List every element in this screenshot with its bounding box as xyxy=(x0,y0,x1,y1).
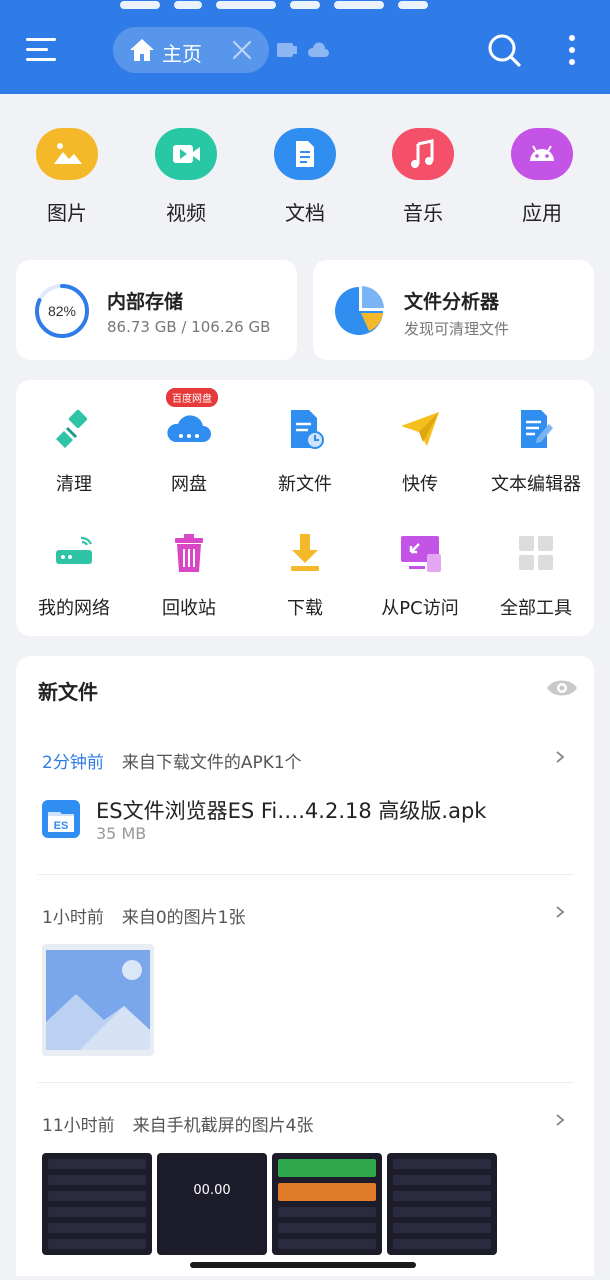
screenshot-thumbnail[interactable] xyxy=(42,1153,152,1255)
tab-home-label: 主页 xyxy=(162,42,202,66)
category-videos[interactable]: 视频 xyxy=(141,128,231,226)
tool-all-tools[interactable]: 全部工具 xyxy=(478,530,594,620)
chevron-right-icon[interactable] xyxy=(553,750,567,764)
tool-download[interactable]: 下载 xyxy=(247,530,363,620)
es-app-icon: ES xyxy=(42,800,80,838)
trash-icon xyxy=(175,534,203,572)
paper-plane-icon xyxy=(401,412,439,446)
tool-label: 全部工具 xyxy=(500,598,572,619)
tool-label: 我的网络 xyxy=(38,598,110,619)
baidu-drive-badge: 百度网盘 xyxy=(166,388,218,407)
category-label: 文档 xyxy=(285,201,325,225)
group-time: 2分钟前 xyxy=(42,753,104,773)
tool-label: 快传 xyxy=(402,474,438,495)
group-time: 1小时前 xyxy=(42,908,104,928)
category-apps[interactable]: 应用 xyxy=(497,128,587,226)
group-time: 11小时前 xyxy=(42,1116,115,1136)
home-icon xyxy=(130,39,154,61)
tool-clean[interactable]: 清理 xyxy=(16,406,132,496)
group-header-apk[interactable]: 2分钟前 来自下载文件的APK1个 xyxy=(42,748,302,773)
apk-file-size: 35 MB xyxy=(96,824,147,843)
chevron-right-icon[interactable] xyxy=(553,905,567,919)
eye-icon[interactable] xyxy=(546,676,578,700)
apk-file-name[interactable]: ES文件浏览器ES Fi….4.2.18 高级版.apk xyxy=(96,795,486,825)
image-thumbnail-placeholder[interactable] xyxy=(42,944,154,1056)
tool-label: 网盘 xyxy=(171,474,207,495)
image-icon xyxy=(36,128,98,180)
category-label: 音乐 xyxy=(403,201,443,225)
category-row: 图片 视频 文档 音乐 应用 xyxy=(0,128,610,228)
search-icon[interactable] xyxy=(487,33,521,67)
group-desc: 来自0的图片1张 xyxy=(121,908,246,928)
tool-label: 从PC访问 xyxy=(381,598,459,619)
file-analyzer-card[interactable]: 文件分析器 发现可清理文件 xyxy=(313,260,594,360)
top-app-bar: 主页 xyxy=(0,0,610,94)
cloud-drive-icon xyxy=(167,415,211,442)
divider xyxy=(38,1082,574,1083)
screenshot-thumbnail[interactable] xyxy=(387,1153,497,1255)
new-file-icon xyxy=(291,410,324,449)
tool-label: 文本编辑器 xyxy=(491,474,581,495)
category-music[interactable]: 音乐 xyxy=(378,128,468,226)
tool-text-editor[interactable]: 文本编辑器 xyxy=(478,406,594,496)
storage-percent: 82% xyxy=(48,303,76,319)
chevron-right-icon[interactable] xyxy=(553,1113,567,1127)
pc-access-icon xyxy=(401,536,441,572)
category-label: 视频 xyxy=(166,201,206,225)
category-images[interactable]: 图片 xyxy=(22,128,112,226)
more-options-icon[interactable] xyxy=(562,33,582,67)
music-icon xyxy=(392,128,454,180)
gesture-home-bar[interactable] xyxy=(190,1262,416,1268)
divider xyxy=(38,874,574,875)
screenshot-thumbnail[interactable]: 00.00 xyxy=(157,1153,267,1255)
tool-quick-transfer[interactable]: 快传 xyxy=(362,406,478,496)
group-desc: 来自下载文件的APK1个 xyxy=(121,753,302,773)
group-header-screenshots[interactable]: 11小时前 来自手机截屏的图片4张 xyxy=(42,1111,313,1136)
analyzer-title: 文件分析器 xyxy=(404,291,500,313)
tool-label: 下载 xyxy=(287,598,323,619)
tab-home[interactable]: 主页 xyxy=(113,27,269,73)
grid-icon xyxy=(519,536,553,570)
analyzer-subtitle: 发现可清理文件 xyxy=(404,320,510,338)
svg-text:ES: ES xyxy=(54,820,69,832)
tool-new-files[interactable]: 新文件 xyxy=(247,406,363,496)
broom-icon xyxy=(56,409,88,448)
pie-chart-icon xyxy=(335,286,384,335)
tool-label: 新文件 xyxy=(278,474,332,495)
storage-progress-ring: 82% xyxy=(35,284,89,338)
menu-icon[interactable] xyxy=(26,33,60,67)
close-tab-icon[interactable] xyxy=(231,39,253,61)
tool-pc-access[interactable]: 从PC访问 xyxy=(362,530,478,620)
new-files-title: 新文件 xyxy=(38,680,98,704)
thumbnail-clock-text: 00.00 xyxy=(193,1183,231,1198)
tool-cloud-drive[interactable]: 网盘 xyxy=(131,406,247,496)
category-label: 图片 xyxy=(47,201,87,225)
group-desc: 来自手机截屏的图片4张 xyxy=(132,1116,314,1136)
document-icon xyxy=(274,128,336,180)
category-label: 应用 xyxy=(522,201,562,225)
video-icon xyxy=(155,128,217,180)
download-icon xyxy=(291,534,319,571)
group-header-images[interactable]: 1小时前 来自0的图片1张 xyxy=(42,903,245,928)
storage-usage: 86.73 GB / 106.26 GB xyxy=(107,318,271,336)
tool-my-network[interactable]: 我的网络 xyxy=(16,530,132,620)
tool-label: 回收站 xyxy=(162,598,216,619)
folder-tab-icon[interactable] xyxy=(276,40,298,60)
android-icon xyxy=(511,128,573,180)
router-icon xyxy=(56,536,93,564)
screenshot-thumbnail[interactable] xyxy=(272,1153,382,1255)
category-documents[interactable]: 文档 xyxy=(260,128,350,226)
status-bar-fragment xyxy=(120,0,510,9)
text-editor-icon xyxy=(521,410,553,448)
storage-title: 内部存储 xyxy=(107,291,184,313)
cloud-tab-icon[interactable] xyxy=(306,40,330,60)
tool-recycle-bin[interactable]: 回收站 xyxy=(131,530,247,620)
tool-label: 清理 xyxy=(56,474,92,495)
